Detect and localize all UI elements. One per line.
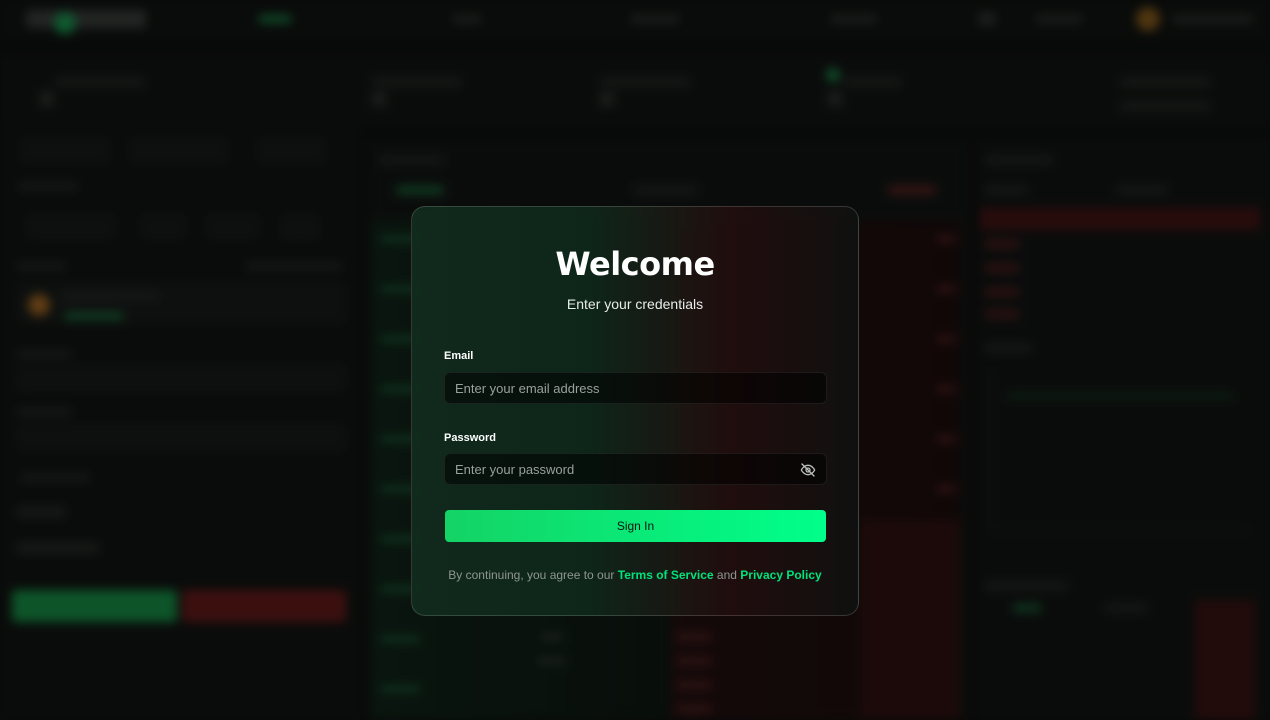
modal-subtitle: Enter your credentials bbox=[566, 296, 704, 312]
email-label: Email bbox=[444, 350, 474, 362]
password-label: Password bbox=[444, 432, 496, 444]
sign-in-button[interactable]: Sign In bbox=[445, 510, 826, 542]
terms-prefix: By continuing, you agree to our bbox=[448, 568, 615, 582]
eye-off-icon[interactable] bbox=[800, 462, 816, 478]
password-field-container bbox=[444, 453, 827, 485]
login-modal: Welcome Enter your credentials Email Pas… bbox=[411, 206, 859, 616]
terms-and: and bbox=[716, 568, 737, 582]
password-field[interactable] bbox=[445, 454, 826, 484]
terms-notice: By continuing, you agree to our Terms of… bbox=[412, 568, 858, 582]
terms-of-service-link[interactable]: Terms of Service bbox=[618, 568, 714, 582]
privacy-policy-link[interactable]: Privacy Policy bbox=[740, 568, 821, 582]
email-field-container bbox=[444, 372, 827, 404]
modal-title: Welcome bbox=[555, 245, 715, 283]
email-field[interactable] bbox=[445, 373, 826, 403]
